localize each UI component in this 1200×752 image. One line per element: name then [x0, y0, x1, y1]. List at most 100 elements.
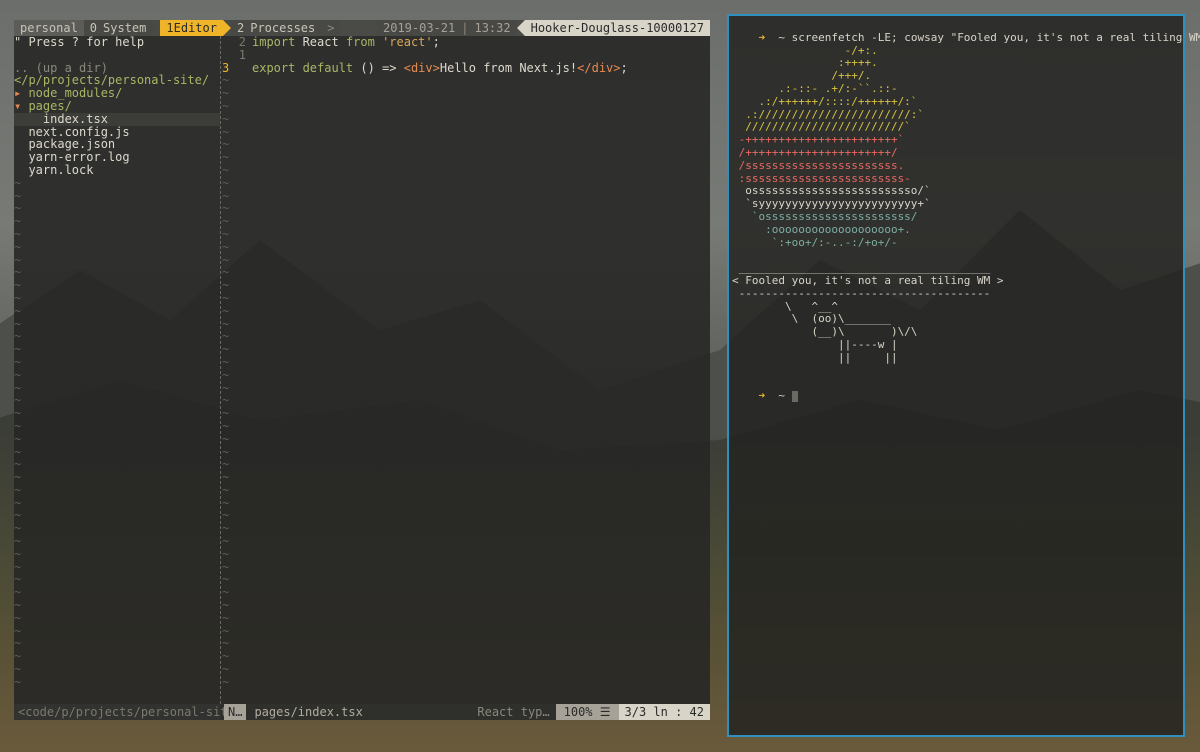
empty-line-tilde: ~ [14, 354, 22, 369]
tmux-window-2[interactable]: 2 Processes [230, 20, 322, 36]
cowsay-line: -------------------------------------- [732, 286, 991, 300]
empty-line-tilde: ~ [222, 303, 230, 318]
empty-line-tilde: ~ [14, 482, 22, 497]
tree-item[interactable]: yarn.lock [14, 164, 220, 177]
empty-line-tilde: ~ [14, 214, 22, 229]
logo-line: .:-::- .+/:-``.::- [732, 81, 898, 95]
window-number: 2 [236, 21, 245, 35]
code-token: ; [432, 35, 440, 49]
empty-line-tilde: ~ [14, 457, 22, 472]
tmux-window-1-active[interactable]: 1Editor [160, 20, 223, 36]
vim-pane[interactable]: " Press ? for help .. (up a dir) </p/pro… [14, 36, 710, 720]
tree-item-label: yarn.lock [28, 162, 94, 177]
empty-line-tilde: ~ [222, 175, 230, 190]
line-number: 1 [238, 47, 246, 62]
active-prompt[interactable]: ➜ ~ [732, 377, 1183, 402]
prompt-arrow-icon: ➜ [758, 30, 766, 44]
empty-line-tilde: ~ [222, 111, 230, 126]
empty-line-tilde: ~ [222, 457, 230, 472]
window-name: Processes [250, 21, 316, 35]
empty-line-tilde: ~ [222, 431, 230, 446]
cowsay-line: || || [732, 350, 898, 364]
empty-line-tilde: ~ [222, 150, 230, 165]
empty-line-tilde: ~ [222, 226, 230, 241]
empty-line-tilde: ~ [222, 354, 230, 369]
empty-line-tilde: ~ [222, 214, 230, 229]
code-token: <div> [403, 60, 440, 75]
empty-line-tilde: ~ [14, 572, 22, 587]
filetype-indicator: React typ… [477, 705, 550, 719]
powerline-separator-icon [516, 20, 525, 36]
empty-line-tilde: ~ [14, 367, 22, 382]
code-token: ; [620, 60, 628, 75]
empty-line-tilde: ~ [222, 598, 230, 613]
empty-line-tilde: ~ [14, 316, 22, 331]
empty-line-tilde: ~ [14, 342, 22, 357]
empty-line-tilde: ~ [222, 329, 230, 344]
window-name: System [103, 21, 147, 35]
cowsay-output: ______________________________________ < … [732, 261, 1183, 364]
more-windows-indicator: > [321, 20, 341, 36]
powerline-separator-icon [222, 20, 231, 36]
terminal-window[interactable]: ➜ ~ screenfetch -LE; cowsay "Fooled you,… [727, 14, 1200, 737]
empty-line-tilde: ~ [222, 444, 230, 459]
tmux-session-name[interactable]: personal [14, 20, 84, 36]
prompt-arrow-icon: ➜ [758, 389, 766, 403]
empty-line-tilde: ~ [222, 649, 230, 664]
empty-line-tilde: ~ [14, 303, 22, 318]
tmux-time: 13:32 [474, 20, 517, 36]
empty-line-tilde: ~ [222, 662, 230, 677]
tree-help-hint: " Press ? for help [14, 35, 145, 49]
command-text: screenfetch -LE; cowsay "Fooled you, it'… [791, 30, 1200, 44]
empty-line-tilde: ~ [14, 649, 22, 664]
code-line[interactable]: 3 export default () => <div>Hello from Ne… [222, 60, 710, 75]
empty-line-tilde: ~ [14, 662, 22, 677]
window-number: 0 [89, 21, 98, 35]
vim-statusline: <code/p/projects/personal-site N… pages/… [14, 704, 710, 720]
cowsay-line: (__)\ )\/\ [732, 325, 918, 339]
tmux-window-0[interactable]: 0 System [83, 20, 153, 36]
cursor-position: 3/3 ln : 42 [618, 704, 710, 720]
logo-line: /sssssssssssssssssssssss. [732, 158, 905, 172]
empty-line-tilde: ~ [222, 252, 230, 267]
empty-line-tilde: ~ [222, 367, 230, 382]
nerdtree-panel[interactable]: " Press ? for help .. (up a dir) </p/pro… [14, 36, 220, 704]
empty-line-tilde: ~ [14, 546, 22, 561]
empty-line-tilde: ~ [222, 636, 230, 651]
empty-line-tilde: ~ [222, 98, 230, 113]
code-token: from [345, 35, 383, 49]
tmux-hostname: Hooker-Douglass-10000127 [524, 20, 710, 36]
editor-buffer[interactable]: 2 import React from 'react'; 1 3 export defa… [222, 36, 710, 704]
empty-line-tilde: ~ [222, 316, 230, 331]
empty-line-tilde: ~ [14, 431, 22, 446]
empty-line-tilde: ~ [222, 393, 230, 408]
cowsay-line: ||----w | [732, 337, 898, 351]
empty-line-tilde: ~ [14, 559, 22, 574]
code-line[interactable]: 2 import React from 'react'; [222, 36, 710, 49]
vim-mode-indicator: N… [224, 704, 247, 720]
code-token: export default [252, 60, 361, 75]
code-token: </div> [577, 60, 621, 75]
empty-line-tilde: ~ [14, 239, 22, 254]
command-line: ➜ ~ screenfetch -LE; cowsay "Fooled you,… [732, 19, 1200, 44]
empty-line-tilde: ~ [14, 278, 22, 293]
empty-line-tilde: ~ [222, 201, 230, 216]
empty-line-tilde: ~ [14, 188, 22, 203]
empty-line-tilde: ~ [222, 265, 230, 280]
empty-line-tilde: ~ [14, 380, 22, 395]
empty-line-tilde: ~ [14, 636, 22, 651]
powerline-separator-icon [152, 20, 161, 36]
empty-line-tilde: ~ [222, 73, 230, 88]
empty-line-tilde: ~ [14, 265, 22, 280]
empty-line-tilde: ~ [222, 495, 230, 510]
prompt-cwd: ~ [778, 30, 785, 44]
empty-line-tilde: ~ [14, 610, 22, 625]
empty-line-tilde: ~ [14, 508, 22, 523]
empty-line-tilde: ~ [222, 418, 230, 433]
empty-line-tilde: ~ [222, 585, 230, 600]
logo-line: .:/++++++/::::/++++++/:` [732, 94, 918, 108]
empty-line-tilde: ~ [14, 226, 22, 241]
scroll-percent: 100% ☰ [555, 704, 619, 720]
empty-line-tilde: ~ [222, 610, 230, 625]
